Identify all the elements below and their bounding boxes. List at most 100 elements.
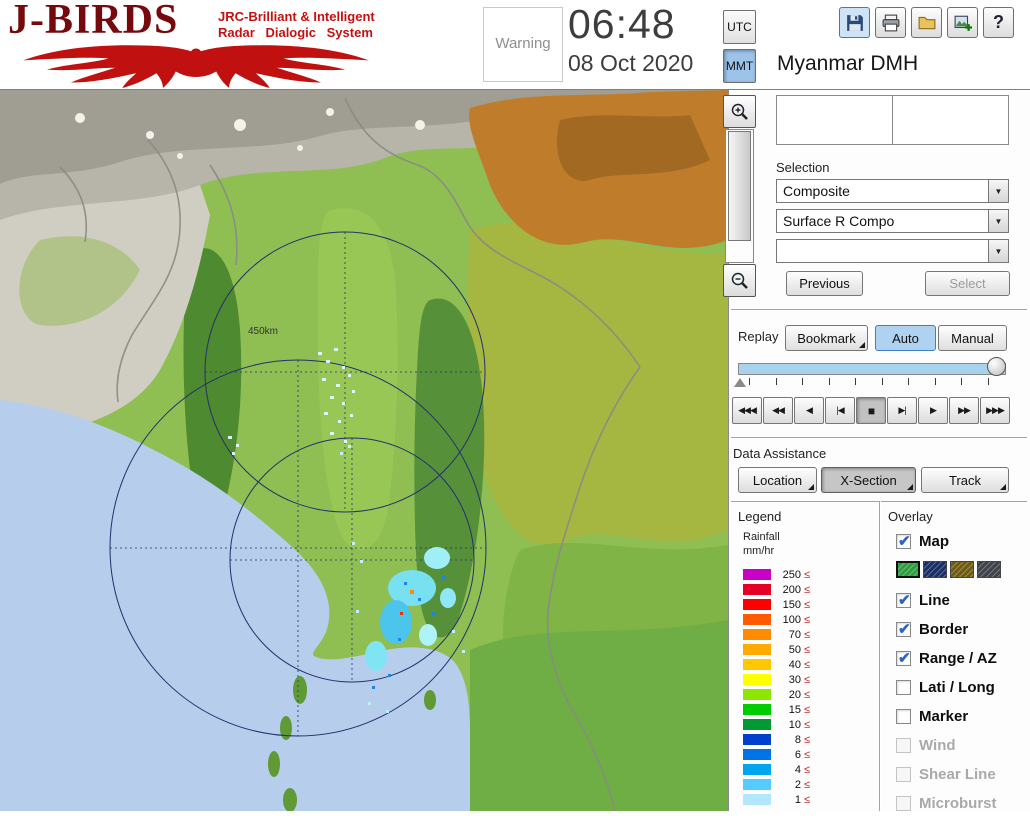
legend-lte-sign: ≤ [804, 568, 811, 581]
header: J-BIRDS JRC-Brilliant & Intelligent Rada… [0, 0, 1030, 90]
legend-color-swatch [743, 689, 771, 700]
chevron-down-icon[interactable]: ▼ [988, 180, 1008, 202]
warning-label: Warning [495, 35, 551, 52]
legend-color-swatch [743, 749, 771, 760]
legend-lte-sign: ≤ [804, 703, 811, 716]
legend-row: 15 ≤ [743, 702, 810, 717]
legend-lte-sign: ≤ [804, 658, 811, 671]
checkbox[interactable] [896, 620, 911, 638]
selection-label: Selection [776, 160, 830, 175]
manual-replay-button[interactable]: Manual [938, 325, 1007, 351]
rewind-fast-button[interactable]: ◀◀◀ [732, 397, 762, 424]
print-button[interactable] [875, 7, 906, 38]
chevron-down-icon[interactable]: ▼ [988, 210, 1008, 232]
overlay-item-microburst: Microburst [896, 793, 1028, 811]
legend-color-swatch [743, 599, 771, 610]
rewind-button[interactable]: ◀◀ [763, 397, 793, 424]
save-button[interactable] [839, 7, 870, 38]
forward-button[interactable]: ▶▶ [949, 397, 979, 424]
overlay-item-lati-long[interactable]: Lati / Long [896, 677, 1028, 697]
timeline-tick [855, 378, 856, 385]
stop-button[interactable]: ■ [856, 397, 886, 424]
track-button[interactable]: Track [921, 467, 1009, 493]
legend-color-swatch [743, 779, 771, 790]
legend-row: 6 ≤ [743, 747, 810, 762]
overlay-item-border[interactable]: Border [896, 619, 1028, 639]
replay-timeline-slider[interactable] [738, 363, 1006, 375]
overlay-item-map[interactable]: Map [896, 531, 1028, 551]
overlay-item-range-az[interactable]: Range / AZ [896, 648, 1028, 668]
overlay-label: Range / AZ [919, 649, 997, 667]
capture-image-button[interactable] [947, 7, 978, 38]
composite-dropdown[interactable]: Composite ▼ [776, 179, 1009, 203]
folder-icon [918, 16, 935, 29]
replay-slider-thumb[interactable] [987, 357, 1006, 376]
range-label: 450km [248, 326, 278, 337]
forward-fast-button[interactable]: ▶▶▶ [980, 397, 1010, 424]
play-reverse-button[interactable]: ◀ [794, 397, 824, 424]
step-back-button[interactable]: |◀ [825, 397, 855, 424]
zoom-scrollbar[interactable] [725, 129, 754, 263]
step-forward-button[interactable]: ▶| [887, 397, 917, 424]
legend-value: 100 [782, 613, 801, 626]
legend-lte-sign: ≤ [804, 778, 811, 791]
overlay-item-line[interactable]: Line [896, 590, 1028, 610]
chevron-down-icon[interactable]: ▼ [988, 240, 1008, 262]
overlay-label: Wind [919, 736, 956, 754]
control-panel: Selection Composite ▼ Surface R Compo ▼ … [728, 90, 1030, 811]
legend-color-swatch [743, 794, 771, 805]
checkbox[interactable] [896, 649, 911, 667]
help-button[interactable]: ? [983, 7, 1014, 38]
gray-map-style-swatch[interactable] [977, 561, 1001, 578]
checkbox[interactable] [896, 591, 911, 609]
legend-row: 40 ≤ [743, 657, 810, 672]
bookmark-button[interactable]: Bookmark [785, 325, 868, 351]
map-checkbox[interactable] [896, 532, 911, 550]
checkbox [896, 795, 911, 811]
utc-toggle-button[interactable]: UTC [723, 10, 756, 44]
checkbox[interactable] [896, 679, 911, 695]
x-section-button[interactable]: X-Section [821, 467, 916, 493]
open-folder-button[interactable] [911, 7, 942, 38]
add-image-icon [954, 15, 972, 31]
previous-button[interactable]: Previous [786, 271, 863, 296]
radar-map[interactable]: 450km [0, 90, 728, 812]
legend-lte-sign: ≤ [804, 643, 811, 656]
legend-value: 6 [794, 748, 801, 761]
overlay-label: Border [919, 620, 969, 638]
product-dropdown[interactable]: Surface R Compo ▼ [776, 209, 1009, 233]
location-button[interactable]: Location [738, 467, 817, 493]
separator [879, 501, 881, 811]
play-button[interactable]: ▶ [918, 397, 948, 424]
app-logo-title: J-BIRDS [8, 0, 179, 43]
timeline-tick [749, 378, 750, 385]
auto-replay-button[interactable]: Auto [875, 325, 936, 351]
checkbox[interactable] [896, 708, 911, 724]
zoom-scrollbar-thumb[interactable] [728, 131, 751, 241]
overlay-title: Overlay [888, 509, 933, 524]
overlay-item-wind: Wind [896, 735, 1028, 755]
zoom-in-button[interactable] [723, 95, 756, 128]
legend-color-swatch [743, 629, 771, 640]
legend-value: 250 [782, 568, 801, 581]
warning-indicator[interactable]: Warning [483, 7, 563, 82]
zoom-out-button[interactable] [723, 264, 756, 297]
olive-map-style-swatch[interactable] [950, 561, 974, 578]
legend-lte-sign: ≤ [804, 613, 811, 626]
timeline-tick [961, 378, 962, 385]
legend-color-swatch [743, 644, 771, 655]
navy-map-style-swatch[interactable] [923, 561, 947, 578]
legend-row: 2 ≤ [743, 777, 810, 792]
legend-lte-sign: ≤ [804, 583, 811, 596]
legend-color-swatch [743, 569, 771, 580]
legend-value: 150 [782, 598, 801, 611]
overlay-item-marker[interactable]: Marker [896, 706, 1028, 726]
legend-row: 50 ≤ [743, 642, 810, 657]
option-dropdown[interactable]: ▼ [776, 239, 1009, 263]
mmt-toggle-button[interactable]: MMT [723, 49, 756, 83]
legend-color-swatch [743, 704, 771, 715]
legend-lte-sign: ≤ [804, 688, 811, 701]
legend-color-swatch [743, 719, 771, 730]
legend-value: 40 [788, 658, 801, 671]
green-map-style-swatch[interactable] [896, 561, 920, 578]
